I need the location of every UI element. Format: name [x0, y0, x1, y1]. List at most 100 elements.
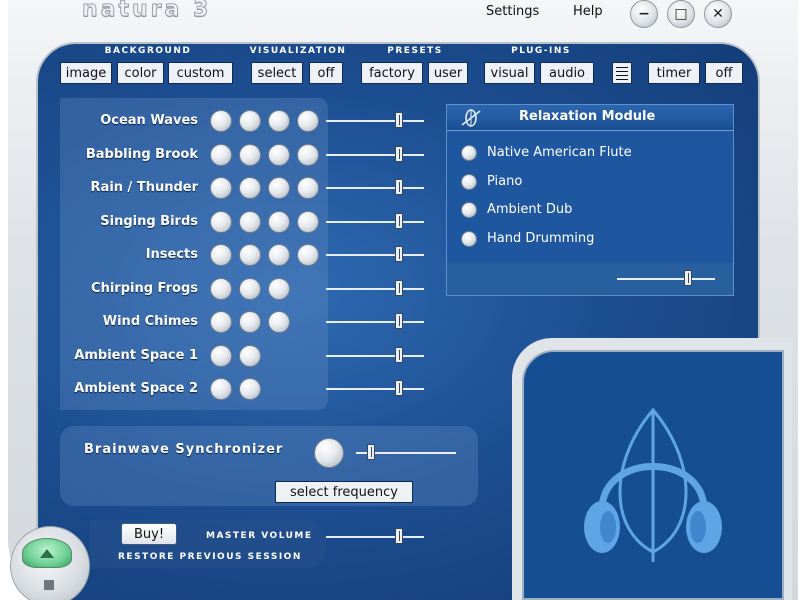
sound-volume-track: [326, 388, 424, 390]
sound-variant-orb[interactable]: [297, 144, 319, 166]
relaxation-module: Relaxation Module Native American Flute …: [446, 104, 734, 296]
sound-variant-orb[interactable]: [268, 278, 290, 300]
sound-volume-slider[interactable]: [395, 313, 403, 329]
sound-row: Wind Chimes: [0, 307, 440, 337]
sound-variant-orb[interactable]: [210, 278, 232, 300]
restore-session-button[interactable]: RESTORE PREVIOUS SESSION: [118, 552, 302, 562]
timer-off-button[interactable]: off: [705, 62, 743, 84]
master-volume-slider[interactable]: [395, 528, 403, 544]
sound-variant-orb[interactable]: [297, 244, 319, 266]
sound-label: Wind Chimes: [102, 314, 198, 329]
sound-row: Singing Birds: [0, 207, 440, 237]
select-frequency-button[interactable]: select frequency: [275, 481, 413, 503]
stop-button[interactable]: [44, 580, 54, 590]
sound-variant-orb[interactable]: [239, 244, 261, 266]
menu-settings[interactable]: Settings: [486, 4, 539, 19]
sound-variant-orb[interactable]: [210, 345, 232, 367]
sound-variant-orb[interactable]: [210, 110, 232, 132]
maximize-button[interactable]: □: [667, 0, 695, 28]
sound-variant-orb[interactable]: [210, 378, 232, 400]
sound-label: Chirping Frogs: [91, 281, 198, 296]
background-color-button[interactable]: color: [117, 62, 164, 84]
radio-orb[interactable]: [461, 145, 477, 161]
radio-orb[interactable]: [461, 231, 477, 247]
visualization-label: VISUALIZATION: [249, 46, 347, 56]
sound-variant-orb[interactable]: [297, 177, 319, 199]
relaxation-volume-area: [447, 263, 733, 295]
sound-variant-orb[interactable]: [210, 177, 232, 199]
sound-volume-slider[interactable]: [395, 213, 403, 229]
master-volume-label: MASTER VOLUME: [206, 531, 313, 541]
sound-row: Ambient Space 1: [0, 341, 440, 371]
sound-volume-slider[interactable]: [395, 146, 403, 162]
sound-volume-slider[interactable]: [395, 179, 403, 195]
sound-variant-orb[interactable]: [239, 144, 261, 166]
sound-variant-orb[interactable]: [239, 177, 261, 199]
presets-factory-button[interactable]: factory: [361, 62, 423, 84]
relaxation-volume-slider[interactable]: [684, 270, 692, 286]
relax-item-hand-drumming[interactable]: Hand Drumming: [461, 228, 721, 250]
play-button[interactable]: [22, 538, 72, 568]
relaxation-list: Native American Flute Piano Ambient Dub …: [447, 132, 733, 262]
sound-variant-orb[interactable]: [268, 144, 290, 166]
visualization-select-button[interactable]: select: [251, 62, 303, 84]
radio-orb[interactable]: [461, 202, 477, 218]
radio-orb[interactable]: [461, 174, 477, 190]
sound-label: Insects: [145, 247, 198, 262]
sound-label: Ambient Space 2: [74, 381, 198, 396]
brainwave-toggle-orb[interactable]: [314, 438, 344, 468]
sound-variant-orb[interactable]: [268, 110, 290, 132]
visualization-off-button[interactable]: off: [309, 62, 343, 84]
plugins-visual-button[interactable]: visual: [484, 62, 535, 84]
sound-volume-slider[interactable]: [395, 112, 403, 128]
menu-help[interactable]: Help: [573, 4, 603, 19]
brainwave-panel: Brainwave Synchronizer: [60, 426, 478, 506]
sound-variant-orb[interactable]: [297, 110, 319, 132]
relaxation-title: Relaxation Module: [519, 109, 656, 124]
sound-variant-orb[interactable]: [239, 378, 261, 400]
sound-label: Babbling Brook: [85, 147, 198, 162]
sound-volume-slider[interactable]: [395, 246, 403, 262]
presets-user-button[interactable]: user: [428, 62, 468, 84]
minimize-button[interactable]: −: [630, 0, 658, 28]
sound-variant-orb[interactable]: [268, 177, 290, 199]
relax-item-label: Piano: [487, 174, 523, 189]
background-image-button[interactable]: image: [60, 62, 112, 84]
brainwave-title: Brainwave Synchronizer: [84, 442, 284, 457]
relax-item-flute[interactable]: Native American Flute: [461, 142, 721, 164]
plugins-audio-button[interactable]: audio: [540, 62, 594, 84]
relax-item-label: Ambient Dub: [487, 202, 573, 217]
list-icon[interactable]: [612, 62, 632, 84]
buy-button[interactable]: Buy!: [121, 523, 177, 545]
sound-variant-orb[interactable]: [210, 211, 232, 233]
brainwave-slider[interactable]: [367, 444, 375, 460]
sound-variant-orb[interactable]: [239, 278, 261, 300]
relax-item-piano[interactable]: Piano: [461, 171, 721, 193]
sound-variant-orb[interactable]: [239, 211, 261, 233]
plugins-label: PLUG-INS: [511, 46, 571, 56]
sound-label: Ambient Space 1: [74, 348, 198, 363]
sound-volume-track: [326, 187, 424, 189]
relax-item-ambient-dub[interactable]: Ambient Dub: [461, 199, 721, 221]
relax-item-label: Native American Flute: [487, 145, 632, 160]
sound-label: Ocean Waves: [100, 113, 198, 128]
sound-variant-orb[interactable]: [210, 144, 232, 166]
sound-row: Chirping Frogs: [0, 274, 440, 304]
relax-item-label: Hand Drumming: [487, 231, 595, 246]
sound-volume-slider[interactable]: [395, 347, 403, 363]
timer-button[interactable]: timer: [648, 62, 700, 84]
background-custom-button[interactable]: custom: [168, 62, 233, 84]
close-button[interactable]: ✕: [704, 0, 732, 28]
sound-variant-orb[interactable]: [297, 211, 319, 233]
sound-volume-slider[interactable]: [395, 380, 403, 396]
sound-label: Singing Birds: [100, 214, 198, 229]
sound-variant-orb[interactable]: [239, 110, 261, 132]
sound-volume-slider[interactable]: [395, 280, 403, 296]
sound-variant-orb[interactable]: [268, 244, 290, 266]
sound-variant-orb[interactable]: [210, 311, 232, 333]
sound-variant-orb[interactable]: [239, 311, 261, 333]
sound-variant-orb[interactable]: [239, 345, 261, 367]
sound-variant-orb[interactable]: [268, 211, 290, 233]
sound-variant-orb[interactable]: [268, 311, 290, 333]
sound-variant-orb[interactable]: [210, 244, 232, 266]
